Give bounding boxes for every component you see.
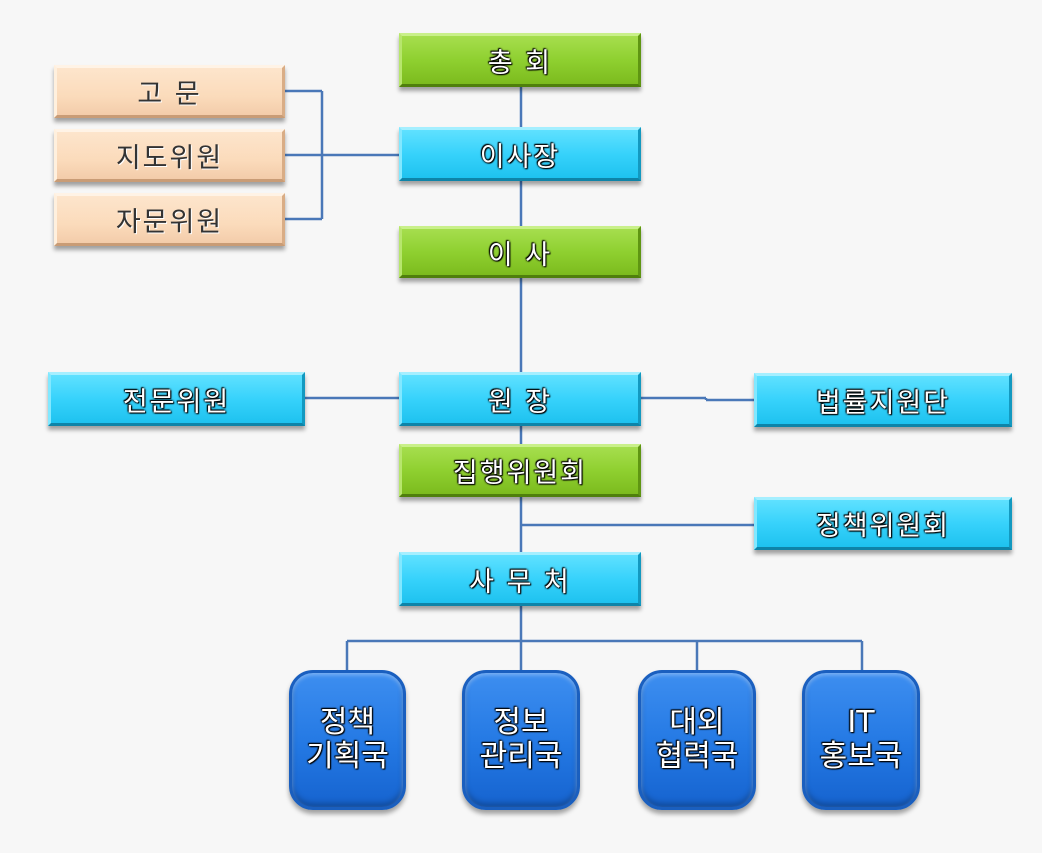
executive-committee-box: 집행위원회 xyxy=(399,444,641,497)
legal-support-team-box: 법률지원단 xyxy=(754,373,1012,427)
policy-planning-bureau-box: 정책 기획국 xyxy=(289,670,406,810)
secretariat-label: 사 무 처 xyxy=(469,566,571,598)
it-publicity-bureau-box: IT 홍보국 xyxy=(802,670,920,810)
bureau-label-line1: 정책 xyxy=(319,705,376,740)
directors-box: 이 사 xyxy=(399,226,641,278)
bureau-label-line2: 홍보국 xyxy=(819,739,903,774)
advisor-box: 고 문 xyxy=(54,65,285,118)
chairman-box: 이사장 xyxy=(399,127,641,181)
director-general-label: 원 장 xyxy=(487,386,553,418)
general-assembly-label: 총 회 xyxy=(487,47,553,79)
org-chart: 총 회 고 문 지도위원 자문위원 이사장 이 사 전문위원 원 장 법률지원단… xyxy=(0,0,1042,853)
legal-support-team-label: 법률지원단 xyxy=(815,387,951,419)
directors-label: 이 사 xyxy=(487,239,553,271)
chairman-label: 이사장 xyxy=(479,141,561,173)
director-general-box: 원 장 xyxy=(399,372,641,426)
specialist-committee-label: 전문위원 xyxy=(122,386,231,418)
secretariat-box: 사 무 처 xyxy=(399,552,641,606)
policy-committee-label: 정책위원회 xyxy=(815,511,951,542)
information-management-bureau-box: 정보 관리국 xyxy=(462,670,580,810)
bureau-label-line2: 기획국 xyxy=(306,739,389,774)
bureau-label-line1: 정보 xyxy=(493,705,549,740)
general-assembly-box: 총 회 xyxy=(399,33,641,87)
executive-committee-label: 집행위원회 xyxy=(452,458,588,489)
specialist-committee-box: 전문위원 xyxy=(48,372,305,426)
bureau-label-line1: IT xyxy=(847,705,875,740)
bureau-label-line2: 관리국 xyxy=(479,739,563,774)
guidance-committee-label: 지도위원 xyxy=(115,143,224,174)
bureau-label-line2: 협력국 xyxy=(655,739,739,774)
consulting-committee-label: 자문위원 xyxy=(115,207,224,238)
guidance-committee-box: 지도위원 xyxy=(54,129,285,182)
consulting-committee-box: 자문위원 xyxy=(54,193,285,246)
advisor-label: 고 문 xyxy=(137,79,202,110)
bureau-label-line1: 대외 xyxy=(669,705,725,740)
external-cooperation-bureau-box: 대외 협력국 xyxy=(638,670,756,810)
policy-committee-box: 정책위원회 xyxy=(754,497,1012,550)
